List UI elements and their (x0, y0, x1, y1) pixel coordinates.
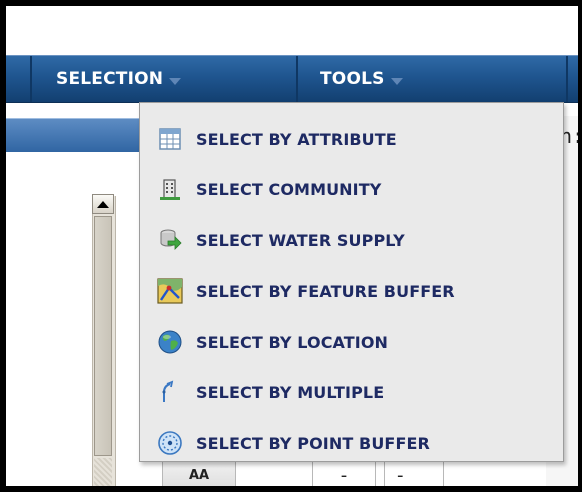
menu-item-label: SELECT BY LOCATION (196, 332, 389, 352)
menu-item-select-by-location[interactable]: SELECT BY LOCATION (156, 322, 556, 362)
menu-bar-left-segment (6, 56, 32, 102)
table-cell[interactable]: AA (162, 458, 236, 486)
menu-bar: SELECTION TOOLS (6, 55, 578, 103)
menu-item-select-by-attribute[interactable]: SELECT BY ATTRIBUTE (156, 119, 556, 159)
menu-item-label: SELECT WATER SUPPLY (196, 230, 405, 250)
scroll-up-button[interactable] (92, 194, 114, 214)
menu-item-label: SELECT BY POINT BUFFER (196, 433, 430, 453)
arrow-up-icon (97, 200, 109, 208)
menu-item-select-by-multiple[interactable]: SELECT BY MULTIPLE (156, 372, 556, 412)
menu-selection-label: SELECTION (56, 69, 164, 89)
map-buffer-icon (156, 277, 184, 305)
cursor-multiple-icon (156, 378, 184, 406)
menu-item-label: SELECT BY ATTRIBUTE (196, 129, 397, 149)
panel-header (6, 118, 156, 153)
menu-item-label: SELECT COMMUNITY (196, 179, 382, 199)
table-icon (156, 125, 184, 153)
globe-icon (156, 328, 184, 356)
point-buffer-icon (156, 429, 184, 457)
building-icon (156, 175, 184, 203)
screenshot-frame: SELECTION TOOLS n: AA - - SELECT BY ATTR… (0, 0, 582, 492)
menu-item-label: SELECT BY MULTIPLE (196, 382, 385, 402)
menu-item-select-water-supply[interactable]: SELECT WATER SUPPLY (156, 220, 556, 260)
menu-item-select-by-feature-buffer[interactable]: SELECT BY FEATURE BUFFER (156, 271, 556, 311)
menu-tools-label: TOOLS (320, 69, 385, 89)
panel-body (6, 152, 156, 486)
menu-item-select-community[interactable]: SELECT COMMUNITY (156, 169, 556, 209)
scroll-thumb[interactable] (94, 216, 112, 456)
menu-item-select-by-point-buffer[interactable]: SELECT BY POINT BUFFER (156, 423, 556, 463)
menu-item-label: SELECT BY FEATURE BUFFER (196, 281, 455, 301)
scroll-track[interactable] (94, 458, 112, 486)
chevron-down-icon (169, 77, 182, 85)
table-cell: - (384, 458, 444, 486)
table-cell: - (312, 458, 376, 486)
water-supply-icon (156, 226, 184, 254)
chevron-down-icon (390, 77, 403, 85)
selection-dropdown-menu: SELECT BY ATTRIBUTE SELECT COMMUNITY SEL… (139, 102, 564, 462)
menu-tools[interactable]: TOOLS (300, 56, 568, 102)
menu-selection[interactable]: SELECTION (32, 56, 298, 102)
